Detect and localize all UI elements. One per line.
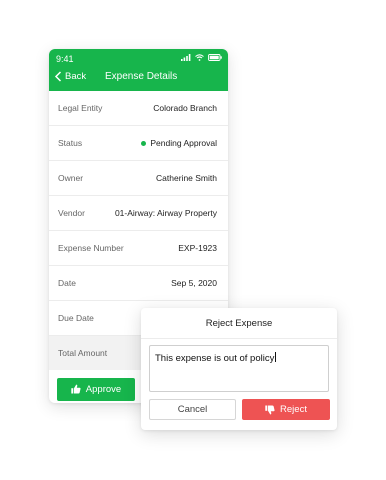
approve-button[interactable]: Approve [57,377,135,401]
detail-label: Total Amount [58,348,108,358]
status-value: Pending Approval [141,138,217,148]
back-button[interactable]: Back [54,71,86,82]
detail-row-legal-entity: Legal Entity Colorado Branch [49,91,228,126]
cancel-button[interactable]: Cancel [149,399,236,420]
detail-label: Expense Number [58,243,124,253]
detail-value: 01-Airway: Airway Property [114,208,217,218]
detail-value: Sep 5, 2020 [171,278,217,288]
detail-row-date: Date Sep 5, 2020 [49,266,228,301]
signal-icon [181,54,191,61]
reject-expense-dialog: Reject Expense This expense is out of po… [141,308,337,430]
detail-label: Due Date [58,313,94,323]
detail-label: Status [58,138,83,148]
approve-label: Approve [85,383,122,395]
detail-row-vendor: Vendor 01-Airway: Airway Property [49,196,228,231]
text-cursor [275,352,277,362]
wifi-icon [195,54,204,61]
chevron-left-icon [54,71,62,82]
reject-reason-input[interactable]: This expense is out of policy [149,345,329,392]
reject-label: Reject [280,404,307,415]
detail-row-owner: Owner Catherine Smith [49,161,228,196]
status-time: 9:41 [56,54,74,64]
detail-row-status: Status Pending Approval [49,126,228,161]
detail-value: EXP-1923 [178,243,217,253]
dialog-title: Reject Expense [141,308,337,339]
detail-label: Vendor [58,208,85,218]
battery-icon [208,54,222,61]
detail-label: Owner [58,173,84,183]
detail-value: Catherine Smith [156,173,217,183]
page-title: Expense Details [105,71,178,82]
detail-label: Legal Entity [58,103,103,113]
back-label: Back [65,71,87,82]
thumbs-up-icon [71,384,81,394]
thumbs-down-icon [265,405,275,414]
detail-value: Colorado Branch [153,103,217,113]
status-icons [181,54,222,61]
reason-text: This expense is out of policy [155,353,275,364]
app-header: 9:41 Back Expense Details [49,49,228,91]
reject-button[interactable]: Reject [242,399,330,420]
status-text: Pending Approval [150,138,217,148]
cancel-label: Cancel [177,404,208,415]
detail-row-expense-number: Expense Number EXP-1923 [49,231,228,266]
status-dot-icon [141,140,147,146]
detail-label: Date [58,278,76,288]
